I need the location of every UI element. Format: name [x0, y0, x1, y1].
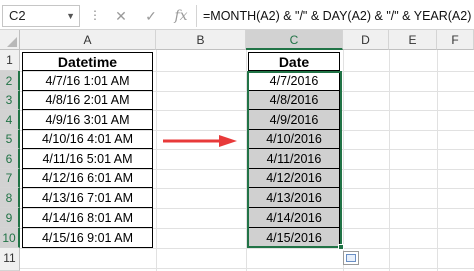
row-header-7[interactable]: 7	[0, 169, 20, 188]
column-header-b[interactable]: B	[156, 30, 246, 50]
row-header-3[interactable]: 3	[0, 91, 20, 110]
cell-a9[interactable]: 4/14/16 8:01 AM	[22, 208, 153, 228]
cell-a7[interactable]: 4/12/16 6:01 AM	[22, 169, 153, 188]
column-header-e[interactable]: E	[389, 30, 437, 50]
cell-c7[interactable]: 4/12/2016	[248, 169, 340, 188]
cell-a10[interactable]: 4/15/16 9:01 AM	[22, 228, 153, 248]
row-header-6[interactable]: 6	[0, 149, 20, 169]
cell-a5[interactable]: 4/10/16 4:01 AM	[22, 130, 153, 149]
chevron-down-icon[interactable]: ▼	[66, 6, 75, 26]
row-header-10[interactable]: 10	[0, 228, 20, 248]
cell-a4[interactable]: 4/9/16 3:01 AM	[22, 110, 153, 130]
formula-bar: C2 ▼ ⋮ ✕ ✓ fx =MONTH(A2) & "/" & DAY(A2)…	[0, 0, 474, 30]
cell-c9[interactable]: 4/14/2016	[248, 208, 340, 228]
cell-c5[interactable]: 4/10/2016	[248, 130, 340, 149]
cell-a8[interactable]: 4/13/16 7:01 AM	[22, 188, 153, 208]
row-header-2[interactable]: 2	[0, 71, 20, 91]
column-header-a[interactable]: A	[20, 30, 156, 50]
row-header-9[interactable]: 9	[0, 208, 20, 228]
formula-input[interactable]: =MONTH(A2) & "/" & DAY(A2) & "/" & YEAR(…	[196, 5, 472, 27]
cell-c4[interactable]: 4/9/2016	[248, 110, 340, 130]
fill-handle[interactable]	[338, 244, 344, 250]
column-header-f[interactable]: F	[437, 30, 474, 50]
column-header-c[interactable]: C	[246, 30, 343, 50]
cell-a1[interactable]: Datetime	[22, 52, 153, 71]
row-header-4[interactable]: 4	[0, 110, 20, 130]
more-options-icon[interactable]: ⋮	[89, 9, 102, 21]
red-arrow-icon	[163, 135, 237, 147]
cell-a3[interactable]: 4/8/16 2:01 AM	[22, 91, 153, 110]
insert-function-icon[interactable]: fx	[170, 5, 192, 27]
row-header-5[interactable]: 5	[0, 130, 20, 149]
quick-analysis-icon[interactable]	[343, 251, 359, 265]
cancel-icon[interactable]: ✕	[110, 5, 132, 27]
cell-c8[interactable]: 4/13/2016	[248, 188, 340, 208]
name-box[interactable]: C2 ▼	[2, 5, 80, 27]
cell-c10[interactable]: 4/15/2016	[248, 228, 340, 248]
row-header-11[interactable]: 11	[0, 248, 20, 271]
row-header-8[interactable]: 8	[0, 188, 20, 208]
cell-a2[interactable]: 4/7/16 1:01 AM	[22, 71, 153, 91]
cell-c6[interactable]: 4/11/2016	[248, 149, 340, 169]
cell-c2[interactable]: 4/7/2016	[248, 71, 340, 91]
cell-a6[interactable]: 4/11/16 5:01 AM	[22, 149, 153, 169]
column-header-d[interactable]: D	[343, 30, 389, 50]
row-header-1[interactable]: 1	[0, 50, 20, 71]
cell-c3[interactable]: 4/8/2016	[248, 91, 340, 110]
cell-c1[interactable]: Date	[248, 52, 340, 71]
name-box-value: C2	[9, 8, 26, 23]
enter-icon[interactable]: ✓	[140, 5, 162, 27]
select-all-button[interactable]	[0, 30, 20, 50]
